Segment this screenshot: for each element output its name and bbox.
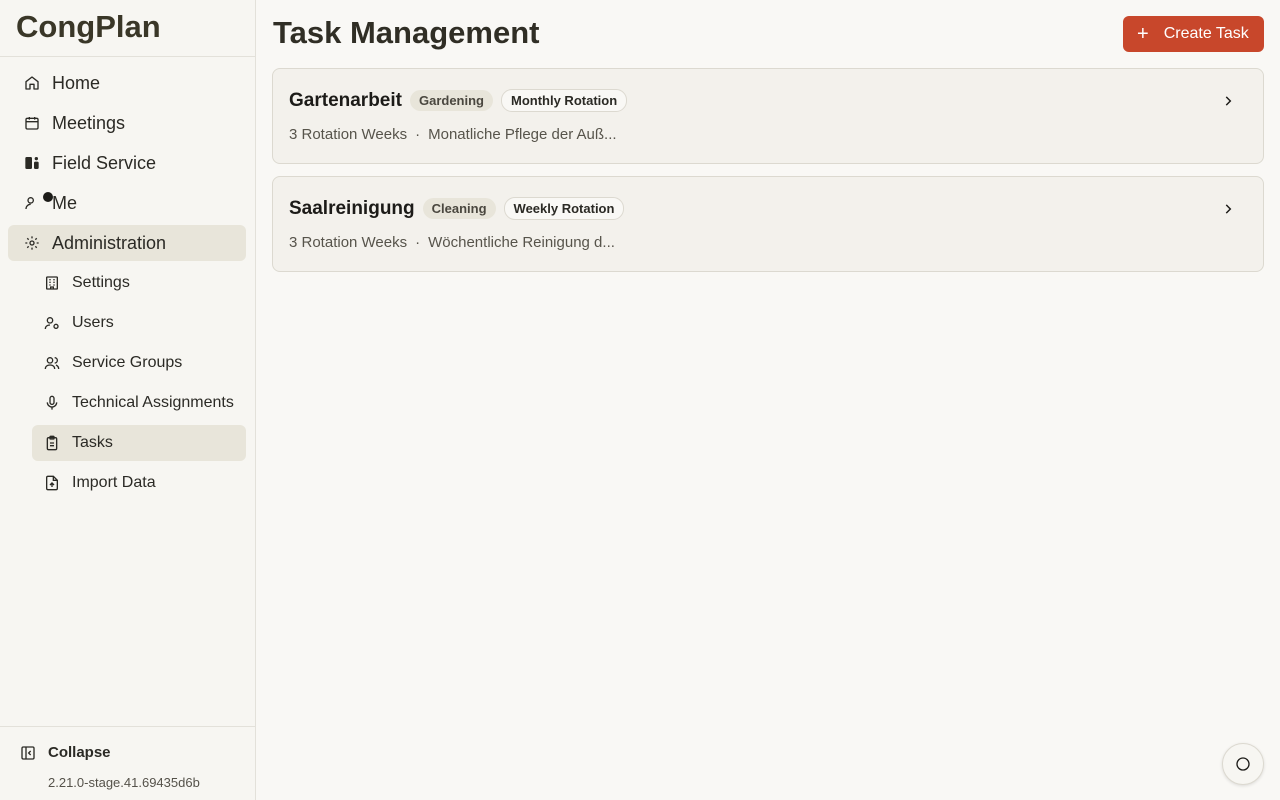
sidebar-item-me[interactable]: Me <box>8 185 246 221</box>
task-weeks: 3 Rotation Weeks <box>289 234 408 251</box>
sidebar-item-label: Technical Assignments <box>72 394 234 411</box>
sidebar: CongPlan Home Meetings Field Service Me … <box>0 0 256 800</box>
sidebar-item-tasks[interactable]: Tasks <box>32 425 246 461</box>
user-cog-icon <box>42 313 62 333</box>
plus-icon: + <box>1137 23 1149 45</box>
category-badge: Cleaning <box>422 198 496 219</box>
create-task-label: Create Task <box>1163 25 1249 42</box>
help-button[interactable] <box>1222 743 1264 785</box>
sidebar-item-label: Administration <box>52 232 167 253</box>
sidebar-item-label: Import Data <box>72 474 156 491</box>
app-logo: CongPlan <box>0 0 255 57</box>
rotation-badge: Weekly Rotation <box>503 197 625 220</box>
sidebar-item-service-groups[interactable]: Service Groups <box>32 345 246 381</box>
separator: · <box>415 234 421 251</box>
sidebar-item-label: Settings <box>72 274 130 291</box>
task-meta: 3 Rotation Weeks · Monatliche Pflege der A… <box>289 126 617 143</box>
collapse-button[interactable]: Collapse <box>20 744 111 761</box>
task-weeks: 3 Rotation Weeks <box>289 126 408 143</box>
collapse-icon <box>20 745 36 761</box>
sidebar-item-label: Service Groups <box>72 354 183 371</box>
category-badge: Gardening <box>409 90 493 111</box>
gear-icon <box>22 233 42 253</box>
sidebar-item-label: Tasks <box>72 434 113 451</box>
sidebar-item-settings[interactable]: Settings <box>32 265 246 301</box>
app-version: 2.21.0-stage.41.69435d6b <box>48 775 200 790</box>
users-icon <box>42 353 62 373</box>
task-title: Gartenarbeit <box>289 89 402 111</box>
notification-dot <box>43 192 53 202</box>
sidebar-footer: Collapse 2.21.0-stage.41.69435d6b <box>0 726 255 800</box>
task-description: Monatliche Pflege der Auß... <box>428 126 617 143</box>
microphone-icon <box>42 393 62 413</box>
file-upload-icon <box>42 473 62 493</box>
building-icon <box>42 273 62 293</box>
sidebar-item-home[interactable]: Home <box>8 65 246 101</box>
main-content: Task Management + Create Task Gartenarbe… <box>256 0 1280 800</box>
task-list: Gartenarbeit Gardening Monthly Rotation … <box>272 68 1264 284</box>
sidebar-item-technical-assignments[interactable]: Technical Assignments <box>32 385 246 421</box>
sidebar-item-administration[interactable]: Administration <box>8 225 246 261</box>
sidebar-item-import-data[interactable]: Import Data <box>32 465 246 501</box>
chevron-right-icon <box>1225 204 1232 214</box>
task-title: Saalreinigung <box>289 197 415 219</box>
sidebar-item-label: Me <box>52 192 78 213</box>
chevron-right-icon <box>1225 96 1232 106</box>
create-task-button[interactable]: + Create Task <box>1123 16 1264 52</box>
sidebar-item-users[interactable]: Users <box>32 305 246 341</box>
calendar-icon <box>22 113 42 133</box>
user-icon <box>22 193 42 213</box>
rotation-badge: Monthly Rotation <box>501 89 628 112</box>
separator: · <box>415 126 421 143</box>
circle-icon <box>1236 757 1250 771</box>
collapse-label: Collapse <box>48 744 111 761</box>
sidebar-item-label: Users <box>72 314 114 331</box>
sidebar-item-field-service[interactable]: Field Service <box>8 145 246 181</box>
field-service-icon <box>22 153 42 173</box>
home-icon <box>22 73 42 93</box>
task-card[interactable]: Gartenarbeit Gardening Monthly Rotation … <box>272 68 1264 164</box>
sidebar-item-meetings[interactable]: Meetings <box>8 105 246 141</box>
clipboard-icon <box>42 433 62 453</box>
task-description: Wöchentliche Reinigung d... <box>428 234 615 251</box>
sidebar-item-label: Field Service <box>52 152 157 173</box>
page-title: Task Management <box>273 15 540 50</box>
task-card[interactable]: Saalreinigung Cleaning Weekly Rotation 3… <box>272 176 1264 272</box>
sidebar-item-label: Home <box>52 72 101 93</box>
task-meta: 3 Rotation Weeks · Wöchentliche Reinigung … <box>289 234 615 251</box>
sidebar-item-label: Meetings <box>52 112 126 133</box>
sidebar-nav: Home Meetings Field Service Me Administr… <box>0 57 255 501</box>
